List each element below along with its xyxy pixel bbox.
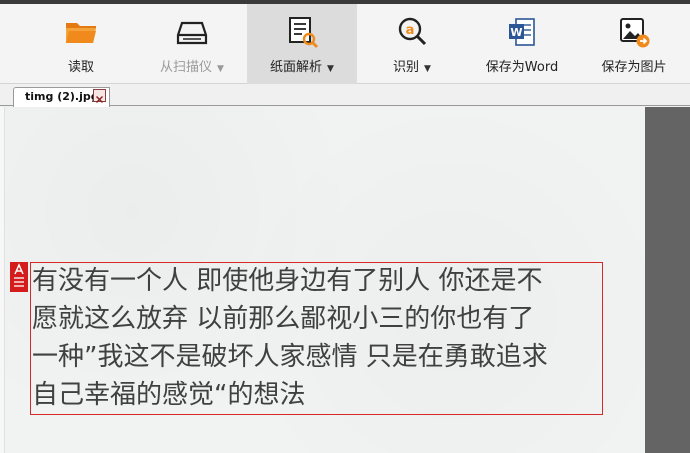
ocr-line-1: 有没有一个人 即使他身边有了别人 你还是不 — [32, 266, 543, 296]
tab-filename: timg (2).jpg — [25, 90, 99, 103]
text-region-icon — [14, 263, 24, 287]
from-scanner-button[interactable]: 从扫描仪 ▼ — [150, 4, 234, 84]
folder-icon — [66, 23, 96, 43]
from-scanner-label: 从扫描仪 — [160, 60, 213, 75]
viewer-background — [645, 107, 690, 453]
save-as-image-button[interactable]: 保存为图片 — [594, 4, 674, 84]
document-analyze-icon — [289, 17, 318, 48]
paper-analysis-button[interactable]: 纸面解析 ▼ — [247, 4, 357, 84]
word-icon: W — [509, 18, 535, 46]
recognize-icon: a — [398, 17, 427, 46]
svg-text:a: a — [406, 23, 415, 38]
ocr-line-2: 愿就这么放弃 以前那么鄙视小三的你也有了 — [32, 304, 535, 334]
chevron-down-icon: ▼ — [327, 64, 334, 74]
tab-close-button[interactable] — [93, 89, 106, 103]
save-as-word-button[interactable]: W 保存为Word — [479, 4, 565, 84]
image-viewer[interactable]: 有没有一个人 即使他身边有了别人 你还是不 愿就这么放弃 以前那么鄙视小三的你也… — [0, 107, 690, 453]
chevron-down-icon: ▼ — [424, 64, 431, 74]
read-button[interactable]: 读取 — [50, 4, 112, 84]
save-image-icon — [620, 18, 650, 48]
recognize-label: 识别 — [393, 60, 420, 75]
text-region-marker[interactable] — [10, 262, 28, 292]
scanner-icon — [176, 21, 208, 45]
close-icon — [96, 96, 103, 103]
save-as-word-label: 保存为Word — [485, 60, 559, 75]
chevron-down-icon: ▼ — [217, 64, 224, 74]
ocr-line-4: 自己幸福的感觉“的想法 — [32, 380, 306, 410]
svg-text:W: W — [510, 26, 522, 39]
recognize-button[interactable]: a 识别 ▼ — [378, 4, 446, 84]
ocr-line-3: 一种”我这不是破坏人家感情 只是在勇敢追求 — [32, 342, 548, 372]
save-as-image-label: 保存为图片 — [601, 60, 667, 75]
read-label: 读取 — [67, 60, 94, 75]
main-toolbar: 读取 从扫描仪 ▼ 纸面解析 ▼ a 识别 ▼ W 保存为Word 保存为图片 — [0, 0, 690, 84]
paper-analysis-label: 纸面解析 — [270, 60, 323, 75]
